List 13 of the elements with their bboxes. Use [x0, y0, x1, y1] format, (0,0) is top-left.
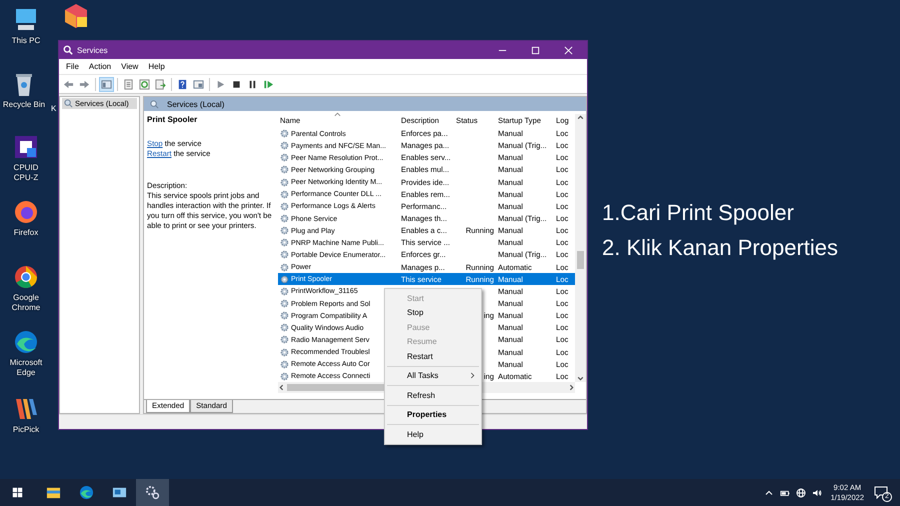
desktop-icon-label: This PC [10, 36, 42, 46]
service-title: Print Spooler [147, 115, 198, 126]
window-title: Services [77, 46, 108, 54]
instruction-text: 2. Klik Kanan Properties [602, 235, 838, 261]
pane-title: Services (Local) [167, 100, 224, 108]
desktop-icon-label: CPUID CPU-Z [12, 163, 40, 183]
desktop-icon-label: Google Chrome [10, 293, 42, 313]
desktop-icon-label: PicPick [12, 425, 40, 435]
desktop-icon-label: Firefox [12, 228, 40, 238]
desktop-icon-label: K [51, 104, 56, 113]
instruction-text: 1.Cari Print Spooler [602, 200, 795, 226]
desktop-icon-label: Microsoft Edge [8, 358, 44, 378]
desktop-icon-label: Recycle Bin [2, 100, 46, 110]
